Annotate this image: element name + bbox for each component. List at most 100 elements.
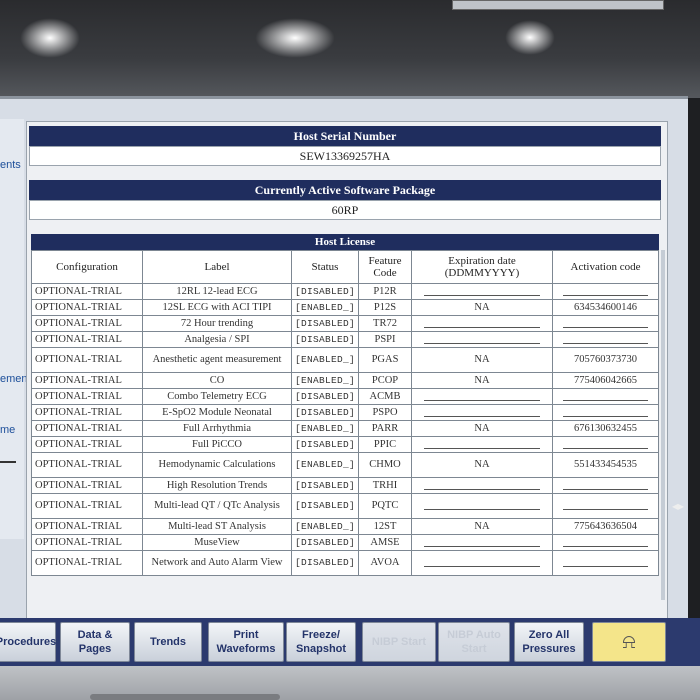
data-pages-button[interactable]: Data & Pages xyxy=(60,622,130,662)
table-row: OPTIONAL-TRIAL Network and Auto Alarm Vie… xyxy=(31,550,659,576)
left-menu-item[interactable]: ents xyxy=(0,159,21,171)
feature-code-cell: 12ST xyxy=(358,518,413,535)
activation-code-cell xyxy=(552,331,659,348)
zero-all-pressures-button[interactable]: Zero All Pressures xyxy=(514,622,584,662)
feature-code-cell: PPIC xyxy=(358,436,413,453)
activation-code-cell xyxy=(552,493,659,519)
bottom-softkey-bar: Procedures Data & Pages Trends Print Wav… xyxy=(0,618,700,666)
label-cell: MuseView xyxy=(142,534,292,551)
activation-code-cell xyxy=(552,550,659,576)
empty-field-line xyxy=(562,482,649,490)
status-cell: [DISABLED] xyxy=(290,404,360,421)
label-cell: Multi-lead ST Analysis xyxy=(142,518,292,535)
status-cell: [DISABLED] xyxy=(290,315,360,332)
light-glare xyxy=(505,20,555,55)
host-license-table: Configuration Label Status Feature Code … xyxy=(31,250,659,576)
feature-code-cell: AMSE xyxy=(358,534,413,551)
table-row: OPTIONAL-TRIAL 12RL 12-lead ECG [DISABLED]… xyxy=(31,283,659,300)
top-display-strip xyxy=(452,0,664,10)
table-row: OPTIONAL-TRIAL Full PiCCO [DISABLED] PPIC xyxy=(31,436,659,453)
trends-button[interactable]: Trends xyxy=(134,622,202,662)
expiration-cell xyxy=(411,388,554,405)
nibp-start-button[interactable]: NIBP Start xyxy=(362,622,436,662)
activation-code-cell: 676130632455 xyxy=(552,420,659,437)
expiration-cell: NA xyxy=(411,518,554,535)
config-cell: OPTIONAL-TRIAL xyxy=(31,452,143,478)
empty-field-line xyxy=(424,502,540,510)
config-cell: OPTIONAL-TRIAL xyxy=(31,404,143,421)
label-cell: Hemodynamic Calculations xyxy=(142,452,292,478)
software-package-title: Currently Active Software Package xyxy=(29,180,661,200)
label-cell: 72 Hour trending xyxy=(142,315,292,332)
feature-code-cell: PCOP xyxy=(358,372,413,389)
feature-code-cell: TR72 xyxy=(358,315,413,332)
status-cell: [ENABLED_] xyxy=(290,347,360,373)
config-cell: OPTIONAL-TRIAL xyxy=(31,388,143,405)
status-cell: [DISABLED] xyxy=(290,550,360,576)
feature-code-cell: ACMB xyxy=(358,388,413,405)
label-cell: Multi-lead QT / QTc Analysis xyxy=(142,493,292,519)
license-info-panel: Host Serial Number SEW13369257HA Current… xyxy=(26,121,668,623)
empty-field-line xyxy=(562,288,649,296)
table-row: OPTIONAL-TRIAL Multi-lead QT / QTc Analys… xyxy=(31,493,659,519)
status-cell: [ENABLED_] xyxy=(290,518,360,535)
empty-field-line xyxy=(424,409,540,417)
status-cell: [DISABLED] xyxy=(290,331,360,348)
monitor-bezel-top xyxy=(0,0,700,98)
status-cell: [DISABLED] xyxy=(290,477,360,494)
config-cell: OPTIONAL-TRIAL xyxy=(31,420,143,437)
nibp-auto-start-button[interactable]: NIBP Auto Start xyxy=(438,622,510,662)
label-cell: E-SpO2 Module Neonatal xyxy=(142,404,292,421)
label-cell: Network and Auto Alarm View xyxy=(142,550,292,576)
left-menu-item[interactable]: me xyxy=(0,424,15,436)
expiration-cell: NA xyxy=(411,372,554,389)
table-row: OPTIONAL-TRIAL Hemodynamic Calculations [E… xyxy=(31,452,659,478)
expiration-cell xyxy=(411,550,554,576)
table-row: OPTIONAL-TRIAL Full Arrhythmia [ENABLED_] P… xyxy=(31,420,659,437)
activation-code-cell: 634534600146 xyxy=(552,299,659,316)
empty-field-line xyxy=(562,393,649,401)
column-header-status: Status xyxy=(290,250,360,284)
empty-field-line xyxy=(562,441,649,449)
feature-code-cell: AVOA xyxy=(358,550,413,576)
procedures-button[interactable]: Procedures xyxy=(0,622,56,662)
status-cell: [ENABLED_] xyxy=(290,420,360,437)
expiration-cell xyxy=(411,477,554,494)
status-cell: [ENABLED_] xyxy=(290,452,360,478)
activation-code-cell: 775406042665 xyxy=(552,372,659,389)
freeze-snapshot-button[interactable]: Freeze/ Snapshot xyxy=(286,622,356,662)
expiration-cell: NA xyxy=(411,452,554,478)
activation-code-cell xyxy=(552,404,659,421)
config-cell: OPTIONAL-TRIAL xyxy=(31,436,143,453)
status-cell: [DISABLED] xyxy=(290,388,360,405)
feature-code-cell: P12S xyxy=(358,299,413,316)
scroll-arrow-icon[interactable]: ◂▸ xyxy=(672,499,684,513)
empty-field-line xyxy=(424,482,540,490)
label-cell: 12SL ECG with ACI TIPI xyxy=(142,299,292,316)
config-cell: OPTIONAL-TRIAL xyxy=(31,493,143,519)
config-cell: OPTIONAL-TRIAL xyxy=(31,518,143,535)
empty-field-line xyxy=(562,320,649,328)
activation-code-cell xyxy=(552,388,659,405)
label-cell: Analgesia / SPI xyxy=(142,331,292,348)
config-cell: OPTIONAL-TRIAL xyxy=(31,283,143,300)
table-header-row: Configuration Label Status Feature Code … xyxy=(31,250,659,284)
activation-code-cell xyxy=(552,477,659,494)
bell-alarm-icon: ⍾ xyxy=(622,631,636,653)
empty-field-line xyxy=(424,393,540,401)
feature-code-cell: PSPI xyxy=(358,331,413,348)
table-row: OPTIONAL-TRIAL Combo Telemetry ECG [DISABL… xyxy=(31,388,659,405)
light-glare xyxy=(255,18,335,58)
empty-field-line xyxy=(562,539,649,547)
empty-field-line xyxy=(562,559,649,567)
expiration-cell: NA xyxy=(411,299,554,316)
print-waveforms-button[interactable]: Print Waveforms xyxy=(208,622,284,662)
monitor-screen: ents ement me Host Serial Number SEW1336… xyxy=(0,96,688,629)
host-serial-value: SEW13369257HA xyxy=(29,146,661,166)
table-scrollbar[interactable] xyxy=(661,250,665,600)
empty-field-line xyxy=(562,336,649,344)
feature-code-cell: PGAS xyxy=(358,347,413,373)
alarm-silence-button[interactable]: ⍾ xyxy=(592,622,666,662)
empty-field-line xyxy=(424,336,540,344)
feature-code-cell: PSPO xyxy=(358,404,413,421)
